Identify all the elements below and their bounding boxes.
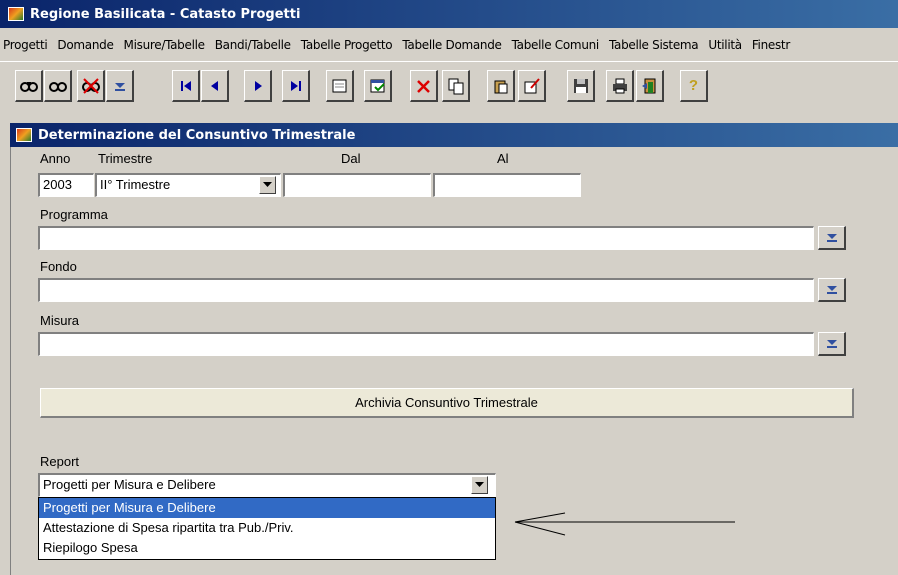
dal-label: Dal	[341, 151, 361, 166]
chevron-down-icon	[826, 285, 837, 294]
misura-lov-button[interactable]	[818, 332, 846, 356]
toolbar: ?	[0, 61, 898, 111]
menu-progetti[interactable]: Progetti	[0, 38, 52, 52]
anno-label: Anno	[40, 151, 71, 166]
help-symbol: ?	[688, 77, 699, 94]
find-icon[interactable]	[15, 70, 43, 102]
anno-field[interactable]: 2003	[38, 173, 94, 197]
last-record-icon[interactable]	[282, 70, 310, 102]
al-label: Al	[497, 151, 509, 166]
edit-record-icon[interactable]	[364, 70, 392, 102]
al-field[interactable]	[433, 173, 581, 197]
menu-domande[interactable]: Domande	[52, 38, 118, 52]
list-values-icon[interactable]	[106, 70, 134, 102]
new-record-icon[interactable]	[326, 70, 354, 102]
app-icon	[8, 7, 24, 21]
save-icon[interactable]	[567, 70, 595, 102]
exit-icon[interactable]	[636, 70, 664, 102]
dal-field[interactable]	[283, 173, 431, 197]
menu-tabelle-domande[interactable]: Tabelle Domande	[397, 38, 506, 52]
report-option[interactable]: Riepilogo Spesa	[39, 538, 495, 558]
menu-finestra[interactable]: Finestr	[747, 38, 795, 52]
form-title-bar: Determinazione del Consuntivo Trimestral…	[10, 123, 898, 147]
report-select[interactable]: Progetti per Misura e Delibere	[38, 473, 496, 497]
next-record-icon[interactable]	[244, 70, 272, 102]
menu-misure-tabelle[interactable]: Misure/Tabelle	[119, 38, 210, 52]
menu-bandi-tabelle[interactable]: Bandi/Tabelle	[210, 38, 296, 52]
form-icon	[16, 128, 32, 142]
paste-icon[interactable]	[487, 70, 515, 102]
form-title: Determinazione del Consuntivo Trimestral…	[38, 127, 356, 143]
menu-tabelle-sistema[interactable]: Tabelle Sistema	[604, 38, 703, 52]
report-option[interactable]: Attestazione di Spesa ripartita tra Pub.…	[39, 518, 495, 538]
menu-tabelle-progetto[interactable]: Tabelle Progetto	[296, 38, 398, 52]
menu-bar: Progetti Domande Misure/Tabelle Bandi/Ta…	[0, 28, 898, 61]
menu-tabelle-comuni[interactable]: Tabelle Comuni	[507, 38, 604, 52]
trimestre-value: II° Trimestre	[100, 177, 171, 192]
first-record-icon[interactable]	[172, 70, 200, 102]
archivia-button[interactable]: Archivia Consuntivo Trimestrale	[40, 388, 854, 418]
app-title-bar: Regione Basilicata - Catasto Progetti	[0, 0, 898, 28]
copy-record-icon[interactable]	[442, 70, 470, 102]
clear-query-icon[interactable]	[77, 70, 105, 102]
programma-field[interactable]	[38, 226, 814, 250]
report-dropdown-icon[interactable]	[471, 476, 488, 494]
menu-utilita[interactable]: Utilità	[703, 38, 746, 52]
misura-label: Misura	[40, 313, 80, 328]
find-next-icon[interactable]	[44, 70, 72, 102]
report-options-list: Progetti per Misura e Delibere Attestazi…	[38, 497, 496, 560]
print-icon[interactable]	[606, 70, 634, 102]
trimestre-label: Trimestre	[98, 151, 153, 166]
delete-record-icon[interactable]	[410, 70, 438, 102]
report-label: Report	[40, 454, 80, 469]
previous-record-icon[interactable]	[201, 70, 229, 102]
chevron-down-icon	[826, 233, 837, 242]
chevron-down-icon	[826, 339, 837, 348]
app-title: Regione Basilicata - Catasto Progetti	[30, 6, 301, 22]
fondo-field[interactable]	[38, 278, 814, 302]
annotation-arrow-icon	[514, 512, 735, 536]
fondo-lov-button[interactable]	[818, 278, 846, 302]
fondo-label: Fondo	[40, 259, 77, 274]
misura-field[interactable]	[38, 332, 814, 356]
trimestre-dropdown-icon[interactable]	[259, 176, 276, 194]
edit-field-icon[interactable]	[518, 70, 546, 102]
trimestre-select[interactable]: II° Trimestre	[95, 173, 281, 197]
report-value: Progetti per Misura e Delibere	[43, 477, 216, 492]
help-icon[interactable]: ?	[680, 70, 708, 102]
report-option[interactable]: Progetti per Misura e Delibere	[39, 498, 495, 518]
programma-lov-button[interactable]	[818, 226, 846, 250]
programma-label: Programma	[40, 207, 108, 222]
